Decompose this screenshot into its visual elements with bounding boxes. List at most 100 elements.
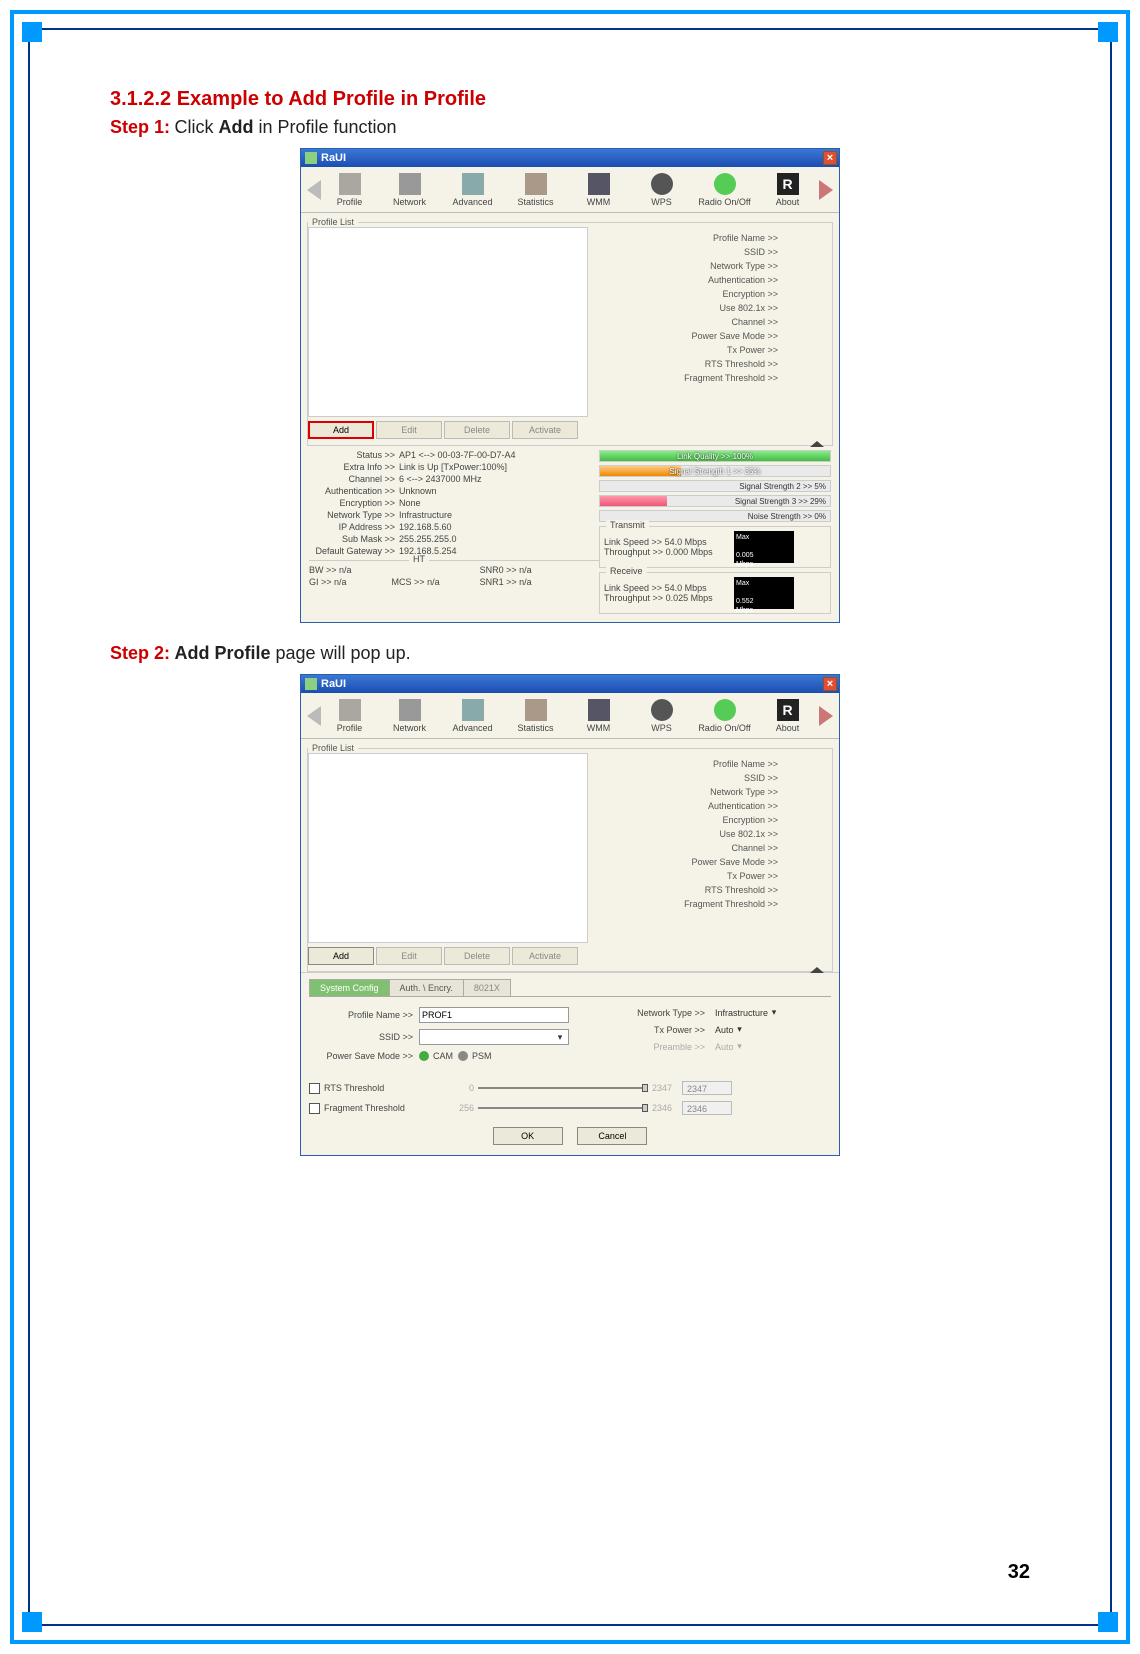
edit-button[interactable]: Edit — [376, 421, 442, 439]
raui-window-1: RaUI × Profile Network Advanced Statisti… — [300, 148, 840, 623]
toolbar-wmm[interactable]: WMM — [570, 173, 628, 207]
profile-icon — [339, 173, 361, 195]
toolbar-network[interactable]: Network — [381, 699, 439, 733]
profile-button-row: Add Edit Delete Activate — [308, 947, 588, 965]
ht-box: HT BW >> n/a GI >> n/a MCS >> n/a SNR0 >… — [309, 560, 599, 589]
tx-power-label: Tx Power >> — [621, 1025, 711, 1035]
profile-list-legend: Profile List — [308, 743, 358, 753]
about-icon: R — [777, 699, 799, 721]
toolbar-network[interactable]: Network — [381, 173, 439, 207]
toolbar-radio[interactable]: Radio On/Off — [696, 699, 754, 733]
rts-checkbox[interactable] — [309, 1083, 320, 1094]
profile-name-label: Profile Name >> — [309, 1010, 419, 1020]
profile-list-fieldset: Profile List Add Edit Delete Activate Pr… — [307, 217, 833, 446]
toolbar: Profile Network Advanced Statistics WMM … — [301, 167, 839, 213]
nav-right-icon[interactable] — [819, 180, 833, 200]
toolbar-radio[interactable]: Radio On/Off — [696, 173, 754, 207]
toolbar-profile[interactable]: Profile — [324, 699, 376, 733]
toolbar-profile[interactable]: Profile — [324, 173, 376, 207]
section-heading: 3.1.2.2 Example to Add Profile in Profil… — [110, 88, 1030, 111]
advanced-icon — [462, 173, 484, 195]
rts-value[interactable]: 2347 — [682, 1081, 732, 1095]
toolbar-about[interactable]: RAbout — [759, 173, 817, 207]
tab-system-config[interactable]: System Config — [309, 979, 390, 996]
toolbar-wps[interactable]: WPS — [633, 699, 691, 733]
expand-toggle-icon[interactable] — [810, 437, 824, 447]
rts-slider[interactable] — [478, 1084, 648, 1092]
config-tabs: System Config Auth. \ Encry. 8021X — [309, 979, 831, 997]
nav-left-icon[interactable] — [307, 180, 321, 200]
corner-decoration — [22, 1612, 42, 1632]
step1-text: Click Add in Profile function — [174, 117, 396, 137]
ok-button[interactable]: OK — [493, 1127, 563, 1145]
chevron-down-icon[interactable]: ▾ — [734, 1024, 746, 1035]
tx-power-value[interactable]: Auto — [711, 1025, 734, 1035]
psm-cam-radio[interactable] — [419, 1051, 429, 1061]
network-icon — [399, 699, 421, 721]
wmm-icon — [588, 699, 610, 721]
rts-label: RTS Threshold — [324, 1083, 434, 1093]
app-icon — [305, 678, 317, 690]
chevron-down-icon: ▾ — [554, 1032, 566, 1043]
page-number: 32 — [1008, 1561, 1030, 1584]
advanced-icon — [462, 699, 484, 721]
delete-button[interactable]: Delete — [444, 947, 510, 965]
toolbar-advanced[interactable]: Advanced — [444, 699, 502, 733]
psm-label: Power Save Mode >> — [309, 1051, 419, 1061]
activate-button[interactable]: Activate — [512, 947, 578, 965]
tab-auth-encry[interactable]: Auth. \ Encry. — [389, 979, 464, 996]
profile-detail-labels: Profile Name >> SSID >> Network Type >> … — [588, 753, 832, 971]
titlebar: RaUI × — [301, 675, 839, 693]
link-quality-bar: Link Quality >> 100% — [599, 450, 831, 462]
profile-button-row: Add Edit Delete Activate — [308, 421, 588, 439]
add-button[interactable]: Add — [308, 421, 374, 439]
detail-label: Power Save Mode >> — [592, 331, 828, 341]
profile-list-fieldset: Profile List Add Edit Delete Activate Pr… — [307, 743, 833, 972]
cancel-button[interactable]: Cancel — [577, 1127, 647, 1145]
rx-graph: Max 0.552 Mbps — [734, 577, 794, 609]
status-left: Status >>AP1 <--> 00-03-7F-00-D7-A4 Extr… — [309, 450, 599, 614]
toolbar-statistics[interactable]: Statistics — [507, 699, 565, 733]
toolbar-statistics[interactable]: Statistics — [507, 173, 565, 207]
radio-icon — [714, 173, 736, 195]
preamble-label: Preamble >> — [621, 1042, 711, 1052]
profile-name-input[interactable] — [419, 1007, 569, 1023]
network-type-label: Network Type >> — [621, 1008, 711, 1018]
tab-8021x[interactable]: 8021X — [463, 979, 511, 996]
titlebar: RaUI × — [301, 149, 839, 167]
profile-list-box[interactable] — [308, 227, 588, 417]
close-icon[interactable]: × — [823, 677, 837, 691]
signal-3-bar: Signal Strength 3 >> 29% — [599, 495, 831, 507]
detail-label: RTS Threshold >> — [592, 359, 828, 369]
psm-psm-radio[interactable] — [458, 1051, 468, 1061]
network-type-value[interactable]: Infrastructure — [711, 1008, 768, 1018]
step2-text: Add Profile page will pop up. — [174, 643, 410, 663]
toolbar: Profile Network Advanced Statistics WMM … — [301, 693, 839, 739]
fragment-checkbox[interactable] — [309, 1103, 320, 1114]
nav-left-icon[interactable] — [307, 706, 321, 726]
toolbar-wps[interactable]: WPS — [633, 173, 691, 207]
expand-toggle-icon[interactable] — [810, 963, 824, 973]
page-content: 3.1.2.2 Example to Add Profile in Profil… — [110, 88, 1030, 1176]
profile-list-legend: Profile List — [308, 217, 358, 227]
corner-decoration — [22, 22, 42, 42]
chevron-down-icon[interactable]: ▾ — [768, 1007, 780, 1018]
toolbar-advanced[interactable]: Advanced — [444, 173, 502, 207]
toolbar-about[interactable]: RAbout — [759, 699, 817, 733]
corner-decoration — [1098, 22, 1118, 42]
delete-button[interactable]: Delete — [444, 421, 510, 439]
raui-window-2: RaUI × Profile Network Advanced Statisti… — [300, 674, 840, 1156]
edit-button[interactable]: Edit — [376, 947, 442, 965]
window-title: RaUI — [321, 678, 346, 690]
nav-right-icon[interactable] — [819, 706, 833, 726]
activate-button[interactable]: Activate — [512, 421, 578, 439]
ssid-combo[interactable]: ▾ — [419, 1029, 569, 1045]
toolbar-wmm[interactable]: WMM — [570, 699, 628, 733]
profile-list-box[interactable] — [308, 753, 588, 943]
close-icon[interactable]: × — [823, 151, 837, 165]
detail-label: Channel >> — [592, 317, 828, 327]
ssid-label: SSID >> — [309, 1032, 419, 1042]
add-button[interactable]: Add — [308, 947, 374, 965]
fragment-slider[interactable] — [478, 1104, 648, 1112]
fragment-value[interactable]: 2346 — [682, 1101, 732, 1115]
